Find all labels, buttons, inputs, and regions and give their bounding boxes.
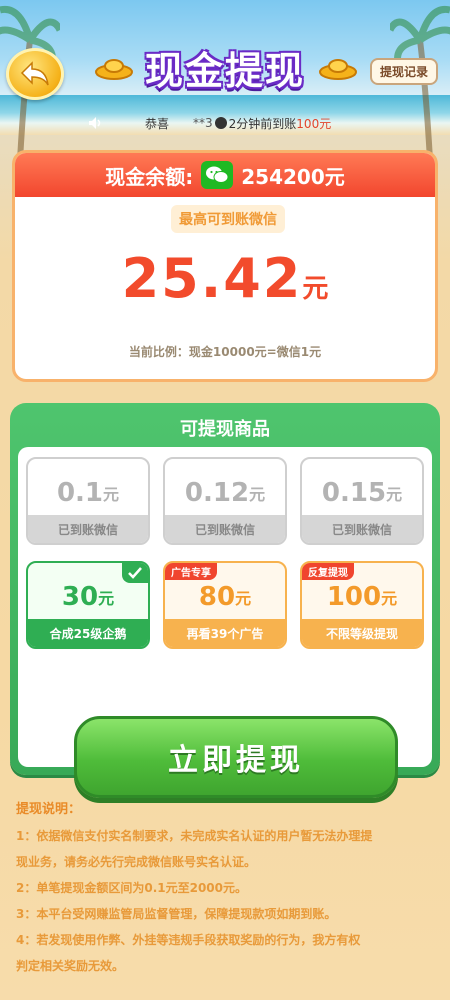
- balance-header: 现金余额: 254200元: [15, 153, 435, 197]
- ticker-user: **3: [193, 116, 213, 130]
- max-arrival-unit: 元: [302, 274, 329, 304]
- balance-label: 现金余额:: [105, 164, 194, 189]
- ticker-prefix: 恭喜: [145, 116, 170, 131]
- page-title-banner: 现金提现: [95, 34, 357, 94]
- option-value: 0.15 元: [321, 478, 403, 508]
- wechat-icon: [201, 161, 234, 189]
- exchange-ratio-text: 当前比例：现金10000元=微信1元: [128, 345, 322, 359]
- max-arrival-label: 最高可到账微信: [171, 205, 285, 233]
- withdraw-option-100[interactable]: 反复提现 100 元 不限等级提现: [300, 561, 424, 649]
- instruction-line: 3：本平台受网赚监管局监督管理，保障提现款项如期到账。: [16, 907, 337, 921]
- option-status: 已到账微信: [28, 515, 148, 543]
- page-title: 现金提现: [144, 49, 305, 93]
- instruction-line: 1：依据微信支付实名制要求，未完成实名认证的用户暂无法办理提: [16, 829, 373, 843]
- back-arrow-icon: [20, 61, 49, 86]
- withdraw-option-80[interactable]: 广告专享 80 元 再看39个广告: [163, 561, 287, 649]
- option-status: 已到账微信: [165, 515, 285, 543]
- withdraw-option-0-15[interactable]: 0.15 元 已到账微信: [300, 457, 424, 545]
- withdraw-record-button[interactable]: 提现记录: [369, 58, 438, 85]
- instruction-line: 现业务，请务必先行完成微信账号实名认证。: [16, 855, 257, 869]
- avatar: [214, 117, 227, 129]
- option-value: 0.1 元: [56, 478, 120, 508]
- withdraw-option-0-1[interactable]: 0.1 元 已到账微信: [26, 457, 150, 545]
- option-requirement: 合成25级企鹅: [28, 619, 148, 647]
- instruction-line: 2：单笔提现金额区间为0.1元至2000元。: [16, 881, 248, 895]
- withdrawable-goods-card: 可提现商品 0.1 元 已到账微信 0.12 元 已到账微信 0.15 元 已到账微信…: [10, 403, 440, 798]
- option-value: 30 元: [61, 582, 115, 612]
- withdraw-instructions: 提现说明： 1：依据微信支付实名制要求，未完成实名认证的用户暂无法办理提 现业务…: [16, 797, 436, 979]
- goods-grid: 0.1 元 已到账微信 0.12 元 已到账微信 0.15 元 已到账微信 30 元 合…: [18, 447, 432, 798]
- withdraw-now-button[interactable]: 立即提现: [74, 716, 398, 798]
- option-value: 0.12 元: [184, 478, 266, 508]
- balance-amount: 254200元: [241, 164, 345, 189]
- option-requirement: 不限等级提现: [302, 619, 422, 647]
- ticker-amount: 100元: [296, 116, 332, 131]
- option-value: 80 元: [198, 582, 252, 612]
- instructions-title: 提现说明：: [16, 802, 82, 817]
- instruction-line: 判定相关奖励无效。: [16, 959, 125, 973]
- goods-title: 可提现商品: [180, 419, 270, 440]
- max-arrival-value: 25.42: [121, 247, 303, 310]
- announcement-ticker: 恭喜 **3 2分钟前到账 100元: [145, 112, 445, 134]
- back-button[interactable]: [6, 48, 64, 100]
- option-value: 100 元: [326, 582, 398, 612]
- balance-card: 现金余额: 254200元 最高可到账微信 25.42元 当前比例：现金1000…: [12, 150, 438, 382]
- withdraw-option-30[interactable]: 30 元 合成25级企鹅: [26, 561, 150, 649]
- max-arrival-amount: 25.42元: [15, 247, 435, 310]
- option-status: 已到账微信: [302, 515, 422, 543]
- speaker-icon: [89, 117, 101, 129]
- instruction-line: 4：若发现使用作弊、外挂等违规手段获取奖励的行为，我方有权: [16, 933, 361, 947]
- ticker-message: 2分钟前到账: [228, 116, 297, 131]
- withdraw-option-0-12[interactable]: 0.12 元 已到账微信: [163, 457, 287, 545]
- option-requirement: 再看39个广告: [165, 619, 285, 647]
